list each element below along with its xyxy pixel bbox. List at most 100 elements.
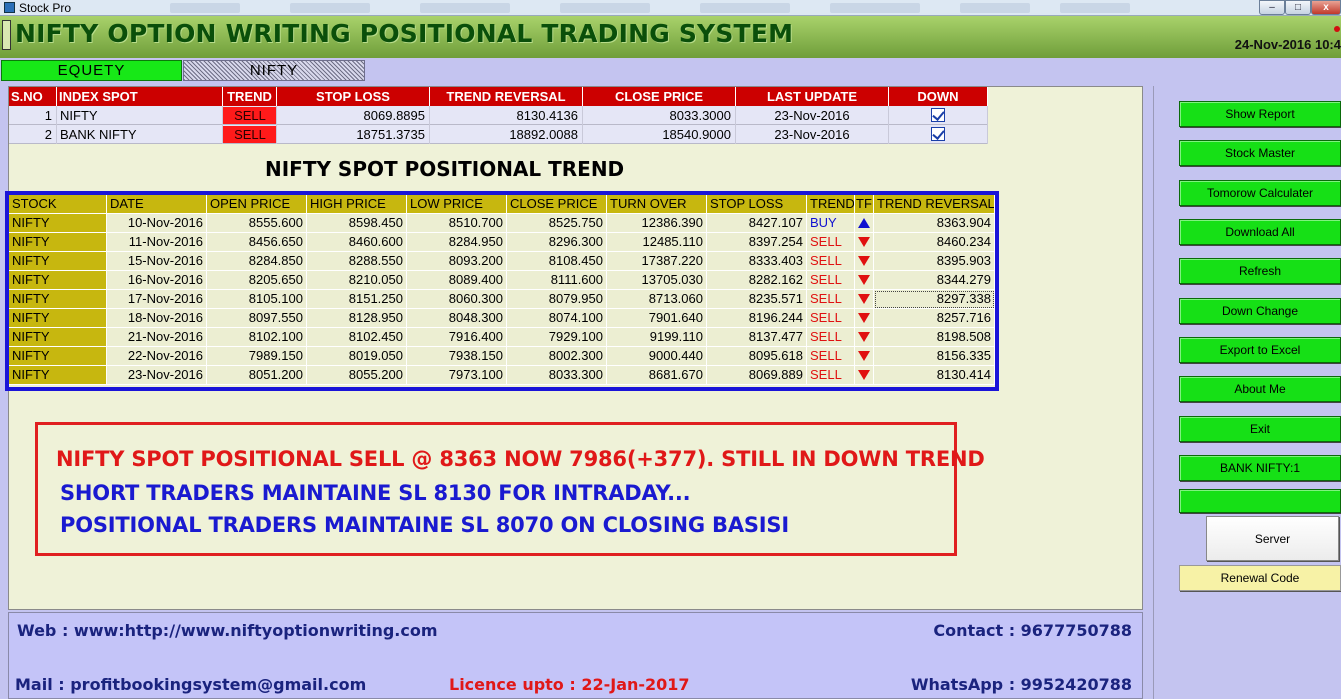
trend-close: 8111.600 (507, 271, 607, 290)
server-button[interactable]: Server (1206, 516, 1339, 561)
summary-col-trend: TREND (223, 87, 277, 106)
summary-trend-reversal: 18892.0088 (430, 125, 583, 144)
summary-trend: SELL (223, 106, 277, 125)
trend-high: 8460.600 (307, 233, 407, 252)
trend-signal: SELL (807, 233, 855, 252)
app-title: NIFTY OPTION WRITING POSITIONAL TRADING … (15, 19, 794, 48)
down-checkbox[interactable] (931, 108, 945, 122)
summary-index: NIFTY (57, 106, 223, 125)
bank-nifty-button[interactable]: BANK NIFTY:1 (1179, 455, 1341, 481)
trend-col-stop-loss: STOP LOSS (707, 195, 807, 214)
trend-col-close: CLOSE PRICE (507, 195, 607, 214)
table-row[interactable]: NIFTY 22-Nov-2016 7989.150 8019.050 7938.150… (9, 347, 995, 366)
renewal-code-button[interactable]: Renewal Code (1179, 565, 1341, 591)
table-row[interactable]: NIFTY 10-Nov-2016 8555.600 8598.450 8510.700… (9, 214, 995, 233)
trend-col-low: LOW PRICE (407, 195, 507, 214)
exit-button[interactable]: Exit (1179, 416, 1341, 442)
tab-equity[interactable]: EQUETY (1, 60, 182, 81)
refresh-button[interactable]: Refresh (1179, 258, 1341, 284)
trend-arrow (855, 252, 874, 271)
trend-col-reversal: TREND REVERSAL (874, 195, 995, 214)
arrow-up-icon (858, 218, 870, 228)
tomorrow-calculator-button[interactable]: Tomorow Calculater (1179, 180, 1341, 206)
table-row[interactable]: NIFTY 17-Nov-2016 8105.100 8151.250 8060.300… (9, 290, 995, 309)
trend-reversal: 8297.338 (874, 290, 995, 309)
trend-arrow (855, 309, 874, 328)
trend-turnover: 8713.060 (607, 290, 707, 309)
summary-down (889, 125, 988, 144)
footer-web: Web : www:http://www.niftyoptionwriting.… (17, 621, 438, 640)
show-report-button[interactable]: Show Report (1179, 101, 1341, 127)
trend-signal: SELL (807, 366, 855, 385)
summary-col-close-price: CLOSE PRICE (583, 87, 736, 106)
footer-panel: Web : www:http://www.niftyoptionwriting.… (8, 612, 1143, 699)
background-tab-ghost (700, 3, 790, 13)
summary-trend: SELL (223, 125, 277, 144)
summary-close-price: 8033.3000 (583, 106, 736, 125)
footer-contact: Contact : 9677750788 (933, 621, 1132, 640)
export-excel-button[interactable]: Export to Excel (1179, 337, 1341, 363)
trend-signal: SELL (807, 290, 855, 309)
trend-turnover: 8681.670 (607, 366, 707, 385)
trend-high: 8210.050 (307, 271, 407, 290)
trend-date: 11-Nov-2016 (107, 233, 207, 252)
trend-open: 8051.200 (207, 366, 307, 385)
message-line-1: NIFTY SPOT POSITIONAL SELL @ 8363 NOW 79… (56, 447, 985, 471)
stock-master-button[interactable]: Stock Master (1179, 140, 1341, 166)
arrow-down-icon (858, 332, 870, 342)
about-me-button[interactable]: About Me (1179, 376, 1341, 402)
tab-nifty[interactable]: NIFTY (183, 60, 365, 81)
trend-stock: NIFTY (9, 366, 107, 385)
trend-low: 8510.700 (407, 214, 507, 233)
trend-stock: NIFTY (9, 233, 107, 252)
maximize-button[interactable]: □ (1285, 0, 1311, 15)
summary-col-trend-reversal: TREND REVERSAL (430, 87, 583, 106)
table-row[interactable]: NIFTY 11-Nov-2016 8456.650 8460.600 8284.950… (9, 233, 995, 252)
trend-signal: SELL (807, 328, 855, 347)
trend-date: 16-Nov-2016 (107, 271, 207, 290)
trend-close: 8525.750 (507, 214, 607, 233)
trend-arrow (855, 328, 874, 347)
trend-reversal: 8363.904 (874, 214, 995, 233)
summary-row[interactable]: 1 NIFTY SELL 8069.8895 8130.4136 8033.30… (9, 106, 988, 125)
trend-open: 8555.600 (207, 214, 307, 233)
sell-badge: SELL (223, 107, 276, 124)
download-all-button[interactable]: Download All (1179, 219, 1341, 245)
summary-last-update: 23-Nov-2016 (736, 106, 889, 125)
trend-col-tf: TF (855, 195, 874, 214)
close-button[interactable]: x (1311, 0, 1341, 15)
trend-open: 8205.650 (207, 271, 307, 290)
trend-high: 8102.450 (307, 328, 407, 347)
trend-date: 23-Nov-2016 (107, 366, 207, 385)
table-row[interactable]: NIFTY 18-Nov-2016 8097.550 8128.950 8048.300… (9, 309, 995, 328)
trend-turnover: 17387.220 (607, 252, 707, 271)
arrow-down-icon (858, 370, 870, 380)
summary-row[interactable]: 2 BANK NIFTY SELL 18751.3735 18892.0088 … (9, 125, 988, 144)
table-row[interactable]: NIFTY 21-Nov-2016 8102.100 8102.450 7916.400… (9, 328, 995, 347)
table-row[interactable]: NIFTY 15-Nov-2016 8284.850 8288.550 8093.200… (9, 252, 995, 271)
trend-reversal: 8130.414 (874, 366, 995, 385)
trend-reversal: 8460.234 (874, 233, 995, 252)
summary-stop-loss: 18751.3735 (277, 125, 430, 144)
tab-strip-filler (366, 60, 1341, 81)
trend-arrow (855, 271, 874, 290)
trend-low: 8048.300 (407, 309, 507, 328)
trend-stop-loss: 8196.244 (707, 309, 807, 328)
table-row[interactable]: NIFTY 16-Nov-2016 8205.650 8210.050 8089.400… (9, 271, 995, 290)
down-checkbox[interactable] (931, 127, 945, 141)
trend-turnover: 7901.640 (607, 309, 707, 328)
minimize-button[interactable]: – (1259, 0, 1285, 15)
trend-stop-loss: 8137.477 (707, 328, 807, 347)
trend-reversal: 8156.335 (874, 347, 995, 366)
trend-stock: NIFTY (9, 309, 107, 328)
window-title: Stock Pro (19, 1, 72, 15)
blank-green-button[interactable] (1179, 489, 1341, 513)
trend-stop-loss: 8069.889 (707, 366, 807, 385)
background-tab-ghost (420, 3, 510, 13)
trend-header-row: STOCK DATE OPEN PRICE HIGH PRICE LOW PRI… (9, 195, 995, 214)
arrow-down-icon (858, 237, 870, 247)
down-change-button[interactable]: Down Change (1179, 298, 1341, 324)
table-row[interactable]: NIFTY 23-Nov-2016 8051.200 8055.200 7973.100… (9, 366, 995, 385)
trend-grid[interactable]: STOCK DATE OPEN PRICE HIGH PRICE LOW PRI… (5, 191, 999, 391)
trend-col-open: OPEN PRICE (207, 195, 307, 214)
